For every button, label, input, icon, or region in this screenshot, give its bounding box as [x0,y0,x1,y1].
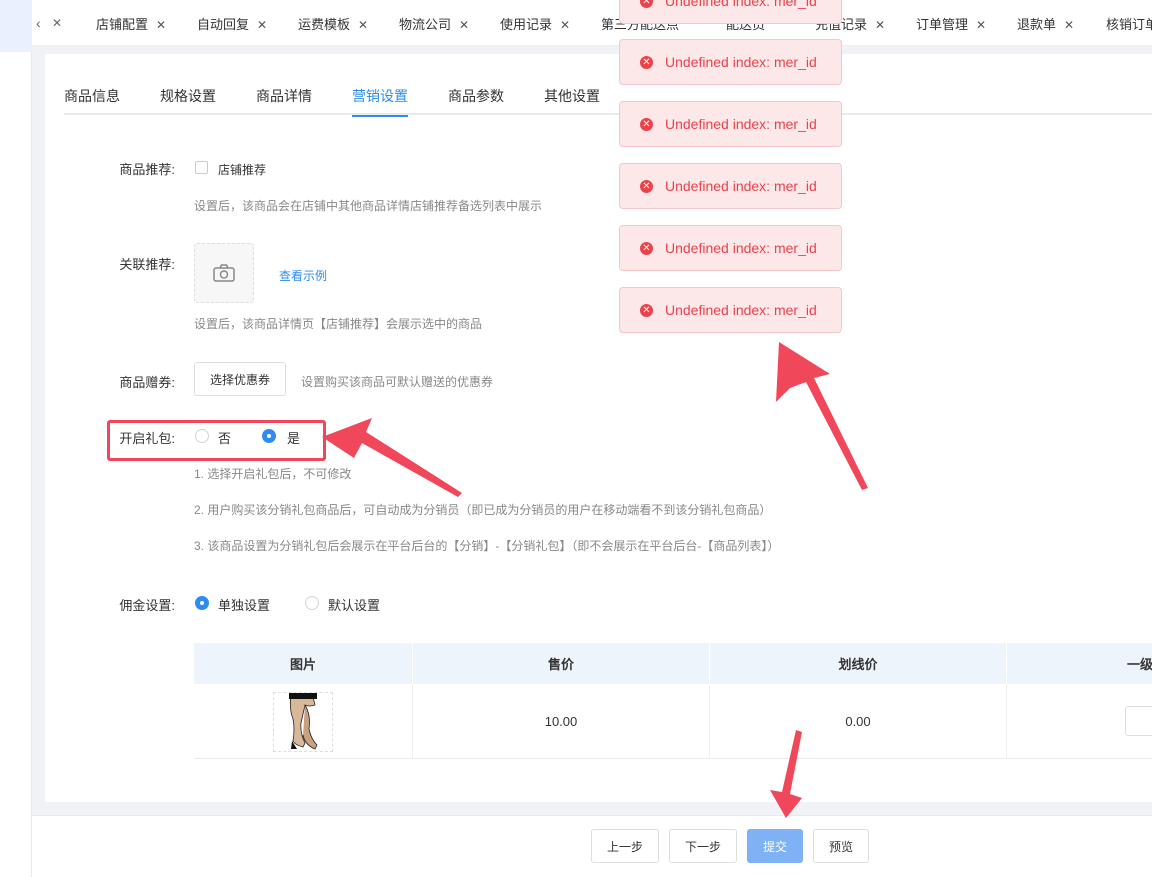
gift-note-2: 2. 用户购买该分销礼包商品后，可自动成为分销员（即已成为分销员的用户在移动端看… [194,503,772,517]
tab-logistics[interactable]: 物流公司 ✕ [399,0,469,45]
table-cell-original-price: 0.00 [710,684,1007,759]
select-coupon-button[interactable]: 选择优惠券 [194,362,286,396]
product-image-icon [289,692,318,750]
tab-orders[interactable]: 订单管理 ✕ [916,0,986,45]
close-circle-icon: ✕ [640,303,653,317]
toast-message: Undefined index: mer_id [665,178,817,194]
tab-label: 使用记录 [500,17,553,32]
recommend-label: 商品推荐: [119,162,175,177]
view-example-link[interactable]: 查看示例 [279,267,327,284]
commission-label: 佣金设置: [119,598,175,613]
preview-button[interactable]: 预览 [813,829,869,863]
close-icon[interactable]: ✕ [875,18,885,32]
commission-default-radio[interactable] [305,596,319,610]
close-circle-icon: ✕ [640,117,653,131]
close-icon[interactable]: ✕ [1064,18,1074,32]
tab-store-config[interactable]: 店铺配置 ✕ [96,0,166,45]
toast-message: Undefined index: mer_id [665,54,817,70]
gift-yes-radio[interactable] [262,429,276,443]
close-circle-icon: ✕ [640,241,653,255]
close-icon[interactable]: ✕ [52,16,62,30]
tab-label: 退款单 [1017,17,1057,32]
table-row-image-cell [194,684,413,759]
level-one-commission-input[interactable] [1125,706,1152,736]
error-toast: ✕ Undefined index: mer_id [619,287,842,333]
gift-no-label: 否 [218,431,232,446]
tab-refunds[interactable]: 退款单 ✕ [1017,0,1074,45]
store-recommend-checkbox[interactable] [195,161,208,174]
tab-other-settings[interactable]: 其他设置 [544,86,600,115]
gift-no-radio[interactable] [195,429,209,443]
error-toast: ✕ Undefined index: mer_id [619,0,842,24]
prev-step-button[interactable]: 上一步 [591,829,659,863]
error-toast: ✕ Undefined index: mer_id [619,39,842,85]
table-header-level-one: 一级 [1007,643,1152,684]
close-icon[interactable]: ✕ [560,18,570,32]
close-icon[interactable]: ✕ [257,18,267,32]
tab-bar: ‹ ✕ 店铺配置 ✕ 自动回复 ✕ 运费模板 ✕ 物流公司 ✕ 使用记录 ✕ 第三方配送点… [32,0,1152,46]
gift-label: 开启礼包: [119,431,175,446]
toast-message: Undefined index: mer_id [665,0,817,9]
tab-product-info[interactable]: 商品信息 [64,86,120,115]
close-icon[interactable]: ✕ [459,18,469,32]
close-circle-icon: ✕ [640,179,653,193]
close-icon[interactable]: ✕ [976,18,986,32]
error-toast: ✕ Undefined index: mer_id [619,163,842,209]
toast-message: Undefined index: mer_id [665,302,817,318]
tab-label: 物流公司 [399,17,452,32]
tab-label: 自动回复 [197,17,250,32]
commission-custom-label: 单独设置 [218,598,271,613]
table-cell-price: 10.00 [413,684,710,759]
tab-spec-settings[interactable]: 规格设置 [160,86,216,115]
close-circle-icon: ✕ [640,55,653,69]
close-icon[interactable]: ✕ [358,18,368,32]
error-toast: ✕ Undefined index: mer_id [619,101,842,147]
camera-icon [213,264,235,282]
related-label: 关联推荐: [119,257,175,272]
product-edit-tabs: 商品信息 规格设置 商品详情 营销设置 商品参数 其他设置 [64,76,1152,117]
gift-note-3: 3. 该商品设置为分销礼包后会展示在平台后台的【分销】-【分销礼包】（即不会展示… [194,539,780,553]
next-step-button[interactable]: 下一步 [669,829,737,863]
spec-table: 图片 售价 划线价 一级 10.00 0.00 [194,643,1152,759]
table-header-image: 图片 [194,643,413,684]
tab-product-params[interactable]: 商品参数 [448,86,504,115]
gift-yes-label: 是 [287,431,301,446]
close-icon[interactable]: ✕ [156,18,166,32]
chevron-left-icon[interactable]: ‹ [36,15,41,31]
tab-auto-reply[interactable]: 自动回复 ✕ [197,0,267,45]
commission-custom-radio[interactable] [195,596,209,610]
tab-shipping-template[interactable]: 运费模板 ✕ [298,0,368,45]
table-header-price: 售价 [413,643,710,684]
tab-verify-orders[interactable]: 核销订单 [1106,0,1152,45]
coupon-hint: 设置购买该商品可默认赠送的优惠券 [301,375,494,389]
coupon-label: 商品赠券: [119,375,175,390]
sidebar [0,0,32,877]
related-hint: 设置后，该商品详情页【店铺推荐】会展示选中的商品 [194,317,483,331]
tab-label: 店铺配置 [96,17,149,32]
submit-button[interactable]: 提交 [747,829,803,863]
tab-label: 核销订单 [1106,17,1152,32]
tab-product-detail[interactable]: 商品详情 [256,86,312,115]
toast-message: Undefined index: mer_id [665,240,817,256]
table-header-original-price: 划线价 [710,643,1007,684]
close-circle-icon: ✕ [640,0,653,8]
recommend-hint: 设置后，该商品会在店铺中其他商品详情店铺推荐备选列表中展示 [194,199,543,213]
store-recommend-label: 店铺推荐 [218,163,267,177]
sidebar-selected-item[interactable] [0,0,32,52]
tab-usage-records[interactable]: 使用记录 ✕ [500,0,570,45]
gift-note-1: 1. 选择开启礼包后，不可修改 [194,467,352,481]
product-thumbnail[interactable] [273,691,333,752]
commission-default-label: 默认设置 [328,598,381,613]
related-upload[interactable] [194,243,254,303]
tab-label: 订单管理 [916,17,969,32]
error-toast: ✕ Undefined index: mer_id [619,225,842,271]
toast-message: Undefined index: mer_id [665,116,817,132]
tab-label: 运费模板 [298,17,351,32]
tab-marketing-settings[interactable]: 营销设置 [352,86,408,117]
